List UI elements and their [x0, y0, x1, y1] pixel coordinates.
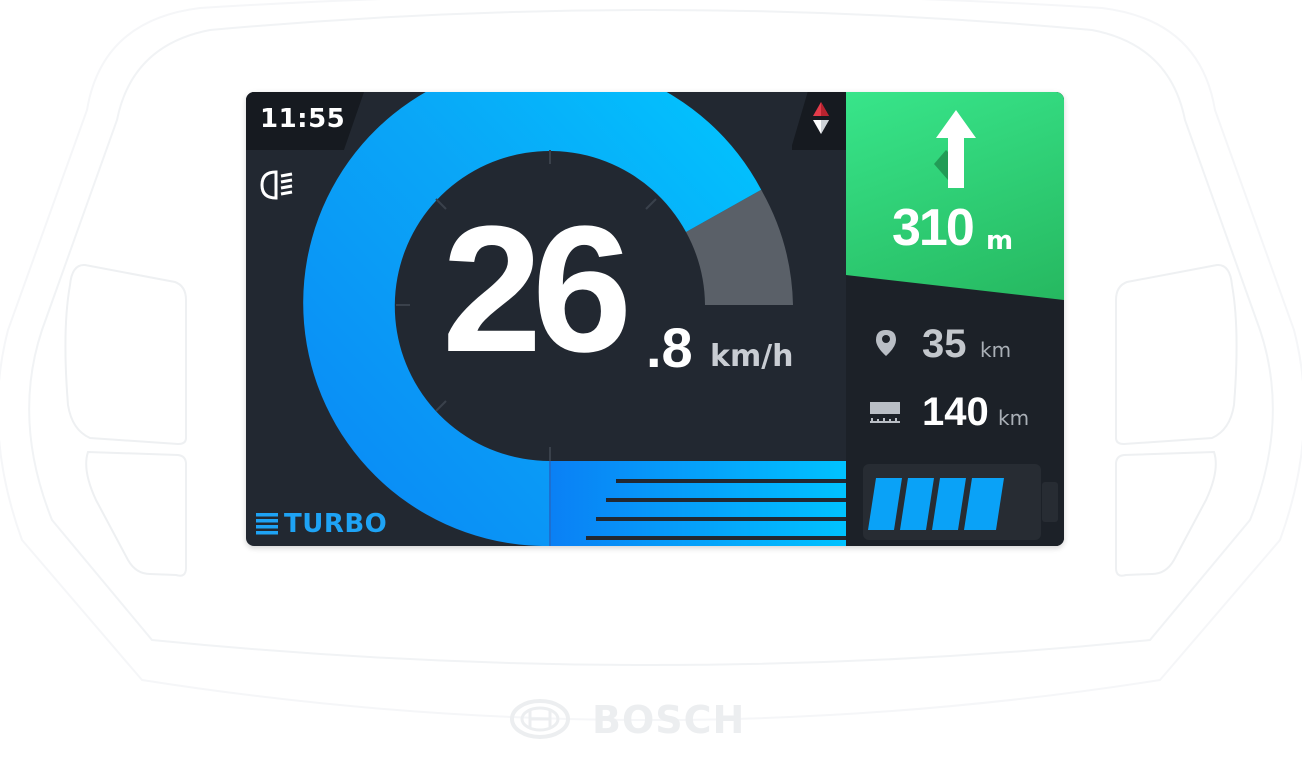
navigation-unit: m: [986, 226, 1014, 256]
bosch-logo: BOSCH: [510, 698, 745, 740]
headlight-icon: [260, 170, 293, 200]
info-panel: 310 m 35 km 140 km: [846, 92, 1064, 546]
assist-mode: TURBO: [256, 508, 387, 540]
clock: 11:55: [260, 104, 346, 134]
assist-mode-label: TURBO: [284, 509, 388, 539]
compass-icon: [813, 102, 829, 134]
speed-decimal: .8: [646, 316, 693, 379]
bosch-wordmark: BOSCH: [592, 698, 745, 740]
remaining-range-unit: km: [998, 406, 1030, 430]
navigation-distance: 310: [892, 199, 975, 257]
speed-value: 26: [442, 189, 632, 390]
assist-level-icon: [256, 513, 278, 535]
trip-distance-unit: km: [980, 338, 1012, 362]
arrow-up-icon: [934, 110, 976, 188]
trip-distance-value: 35: [922, 322, 967, 366]
location-pin-icon: [876, 330, 896, 356]
gauge-bottom-band: [550, 461, 846, 546]
speed-unit: km/h: [710, 339, 794, 374]
navigation-panel[interactable]: 310 m: [846, 92, 1064, 300]
right-upper-button: [1115, 263, 1238, 446]
remaining-range-value: 140: [922, 390, 989, 434]
display-screen: 11:55 26 .8 km/h TURBO 310 m 35 km 140 k…: [246, 92, 1064, 546]
battery-icon: [863, 464, 1058, 540]
range-icon: [870, 402, 900, 423]
left-lower-button: [85, 450, 187, 577]
right-lower-button: [1115, 450, 1217, 577]
left-upper-button: [64, 263, 187, 446]
